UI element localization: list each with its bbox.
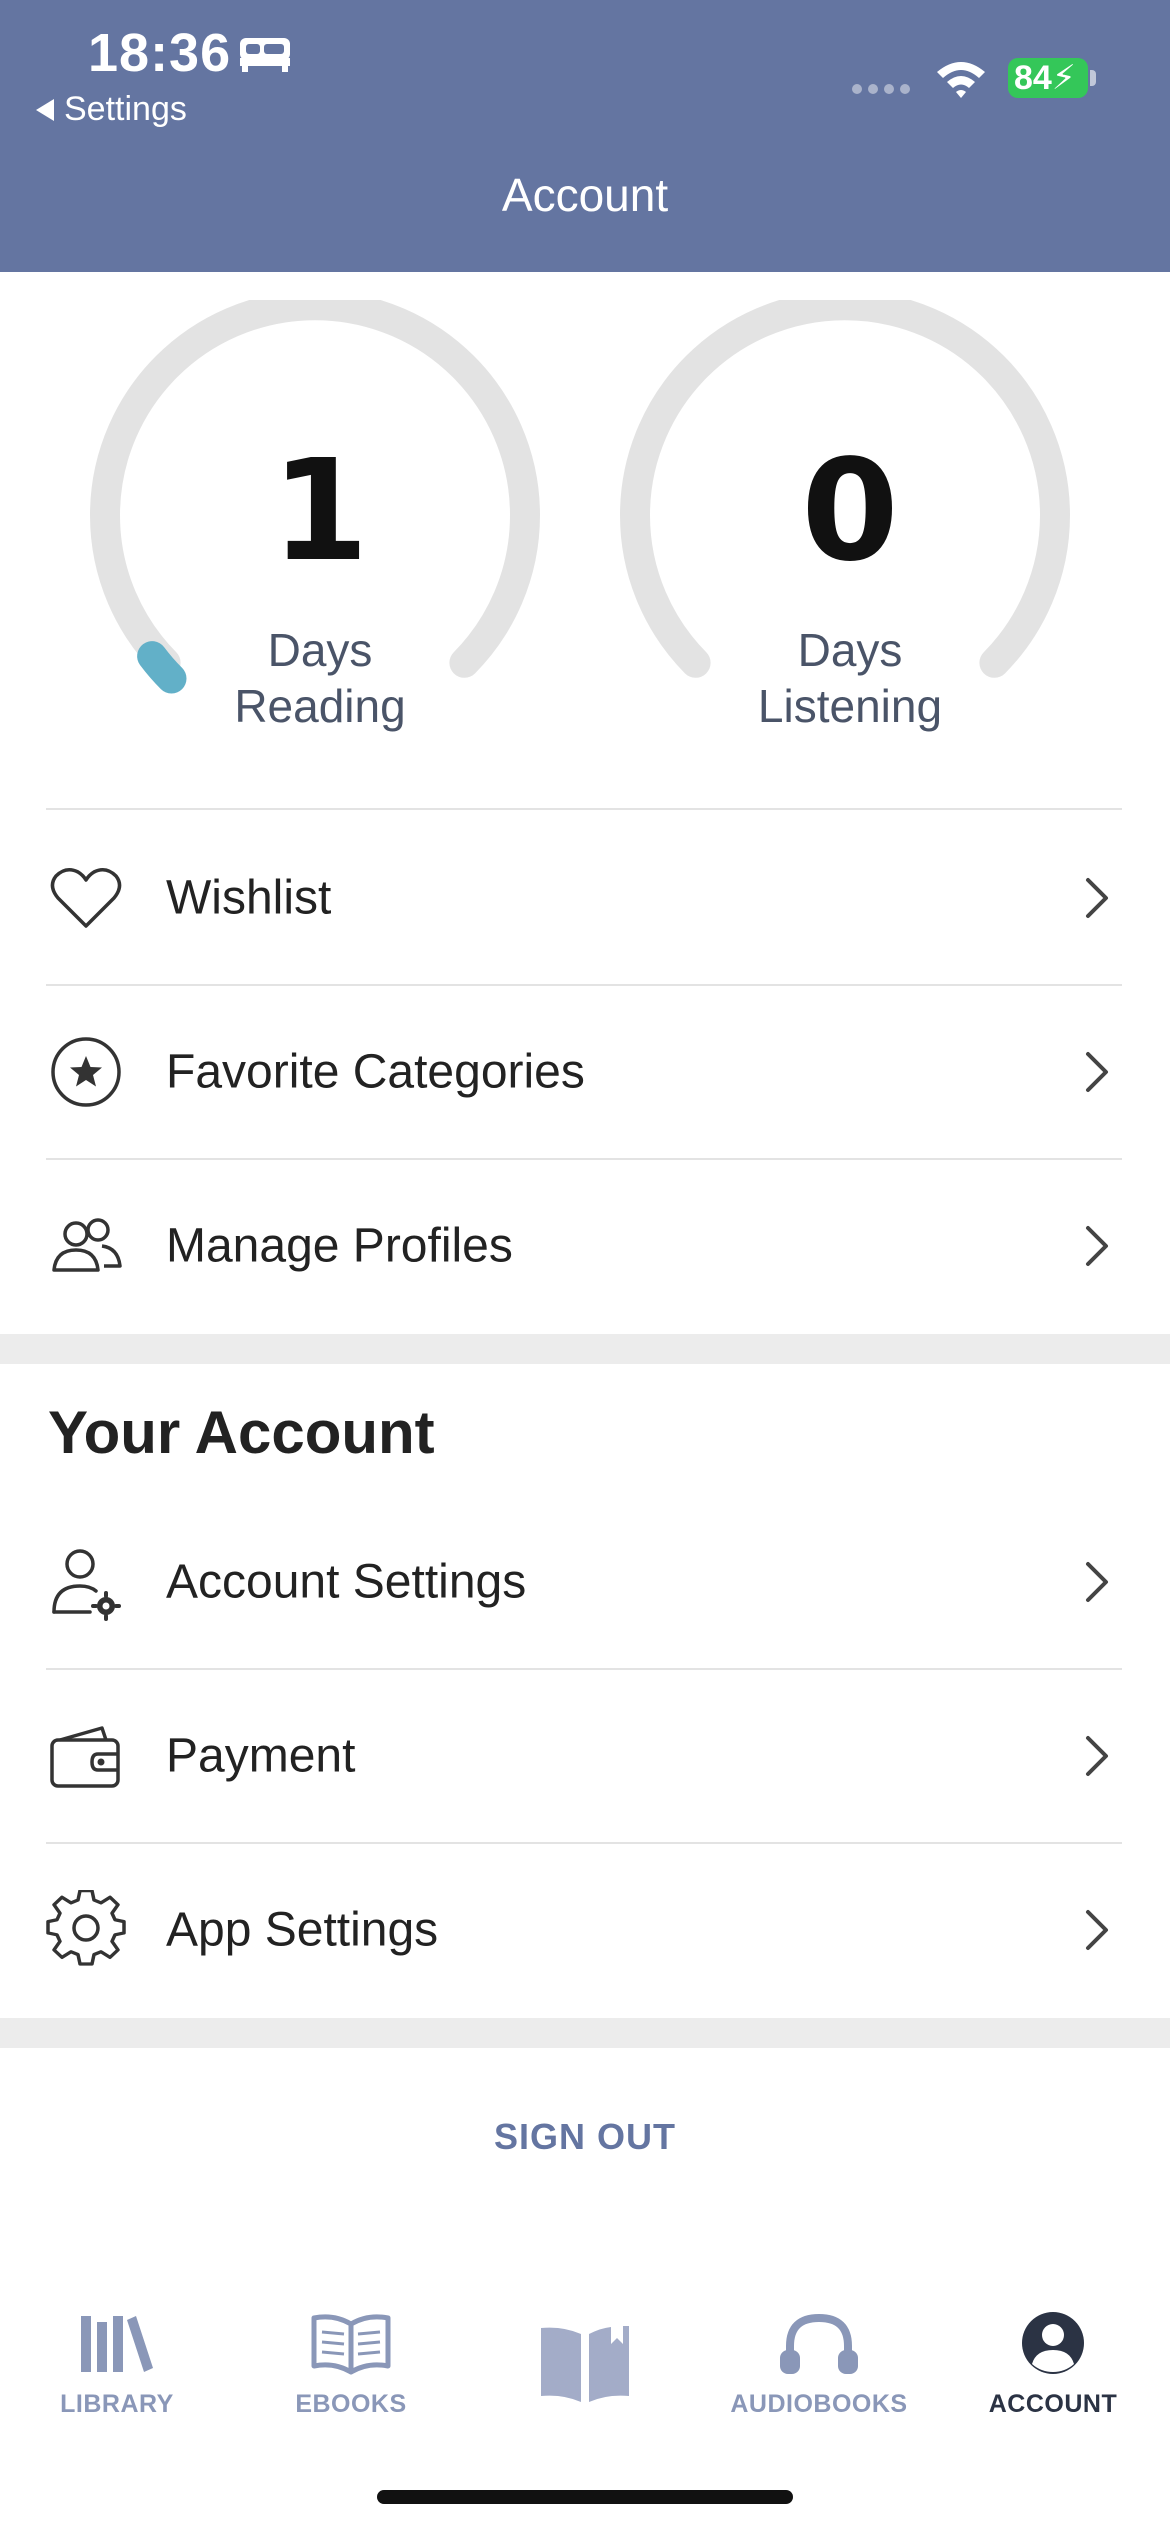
days-listening-label: Days Listening — [757, 624, 943, 732]
tab-library[interactable]: LIBRARY — [0, 2290, 234, 2440]
app-settings-row[interactable]: App Settings — [0, 1844, 1170, 2016]
payment-label: Payment — [166, 1729, 356, 1783]
account-settings-row[interactable]: Account Settings — [0, 1496, 1170, 1668]
tab-audiobooks-label: AUDIOBOOKS — [730, 2390, 908, 2418]
account-icon — [1022, 2312, 1084, 2374]
users-icon — [52, 1218, 122, 1272]
reading-icon — [541, 2326, 629, 2402]
star-circle-icon — [51, 1037, 121, 1107]
top-bar: 18:36 Settings 84⚡ Account — [0, 0, 1170, 272]
favorite-categories-row[interactable]: Favorite Categories — [0, 986, 1170, 1158]
chevron-right-icon — [1086, 878, 1108, 918]
ebook-icon — [311, 2314, 391, 2375]
tab-audiobooks[interactable]: AUDIOBOOKS — [702, 2290, 936, 2440]
bed-icon — [240, 38, 290, 72]
wishlist-label: Wishlist — [166, 871, 332, 925]
page-title: Account — [501, 169, 669, 221]
manage-profiles-row[interactable]: Manage Profiles — [0, 1160, 1170, 1332]
section-separator — [0, 2018, 1170, 2048]
favorite-categories-label: Favorite Categories — [166, 1045, 585, 1099]
account-settings-label: Account Settings — [166, 1555, 527, 1609]
wallet-icon — [50, 1726, 120, 1788]
back-to-settings-link[interactable]: Settings — [36, 90, 187, 129]
days-listening-gauge: 0 Days Listening — [620, 300, 1080, 740]
charging-bolt-icon: ⚡ — [1051, 59, 1076, 97]
chevron-right-icon — [1086, 1052, 1108, 1092]
chevron-right-icon — [1086, 1736, 1108, 1776]
status-time: 18:36 — [88, 23, 232, 83]
battery-indicator: 84⚡ — [1008, 58, 1088, 98]
section-separator — [0, 1334, 1170, 1364]
chevron-right-icon — [1086, 1226, 1108, 1266]
your-account-heading: Your Account — [48, 1399, 435, 1466]
battery-level: 84 — [1014, 59, 1052, 97]
battery-nub — [1090, 70, 1096, 86]
library-icon — [81, 2316, 153, 2372]
tab-account[interactable]: ACCOUNT — [936, 2290, 1170, 2440]
back-label: Settings — [64, 90, 187, 128]
sign-out-button[interactable]: SIGN OUT — [0, 2116, 1170, 2158]
chevron-right-icon — [1086, 1910, 1108, 1950]
tab-bar: LIBRARY EBOOKS AUDIOBOOKS ACCOUNT — [0, 2290, 1170, 2440]
days-reading-value: 1 — [271, 430, 369, 593]
wishlist-row[interactable]: Wishlist — [0, 812, 1170, 984]
tab-account-label: ACCOUNT — [988, 2390, 1118, 2418]
tab-reading[interactable] — [468, 2290, 702, 2440]
headphones-icon — [780, 2313, 858, 2374]
gear-icon — [46, 1890, 126, 1966]
home-indicator — [377, 2490, 793, 2504]
days-listening-value: 0 — [801, 430, 899, 593]
user-gear-icon — [52, 1549, 121, 1621]
heart-icon — [50, 868, 122, 928]
days-reading-label: Days Reading — [234, 624, 406, 732]
manage-profiles-label: Manage Profiles — [166, 1219, 513, 1273]
app-settings-label: App Settings — [166, 1903, 439, 1957]
chevron-right-icon — [1086, 1562, 1108, 1602]
cellular-signal-icon — [852, 84, 910, 94]
days-reading-gauge: 1 Days Reading — [90, 300, 550, 740]
tab-ebooks[interactable]: EBOOKS — [234, 2290, 468, 2440]
divider — [46, 808, 1122, 810]
back-arrow-icon — [36, 98, 54, 121]
payment-row[interactable]: Payment — [0, 1670, 1170, 1842]
wifi-icon — [937, 62, 985, 98]
tab-ebooks-label: EBOOKS — [295, 2390, 407, 2418]
tab-library-label: LIBRARY — [60, 2390, 174, 2418]
